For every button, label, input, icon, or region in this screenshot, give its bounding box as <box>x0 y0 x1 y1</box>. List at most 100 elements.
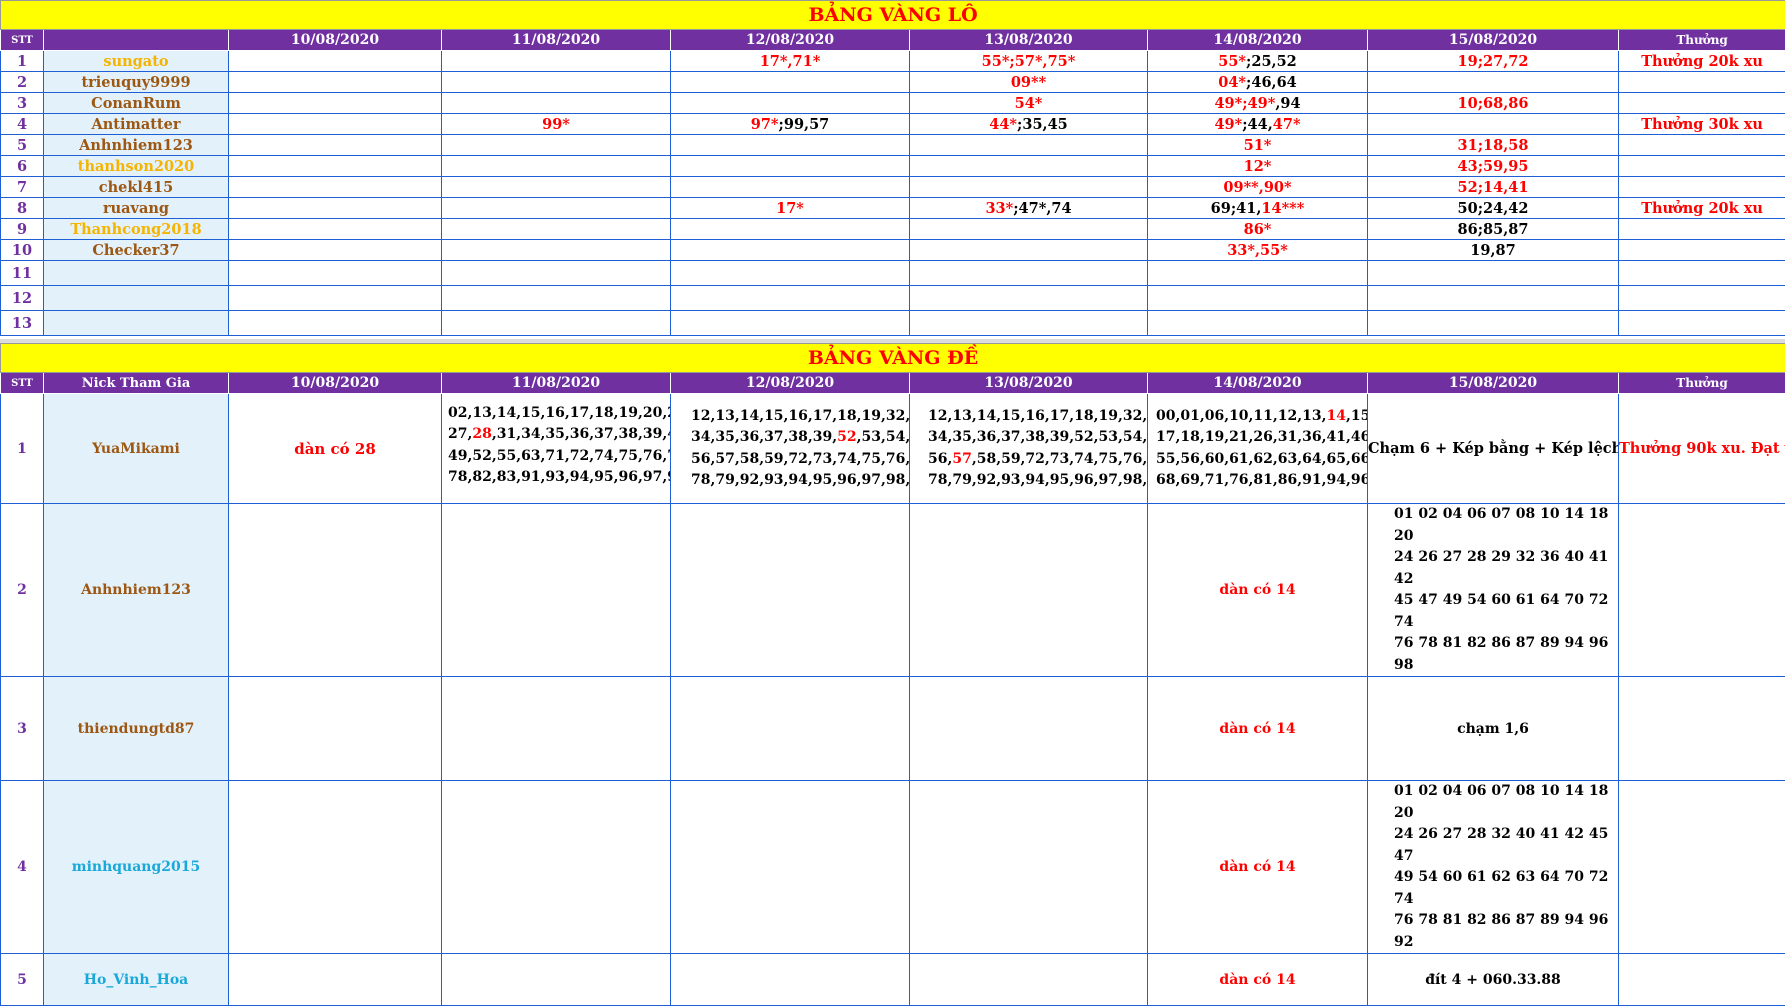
cell[interactable] <box>1619 781 1785 954</box>
reward-cell[interactable]: Thưởng 90k xu. Đạt vip <box>1619 394 1785 504</box>
cell[interactable] <box>1619 72 1785 93</box>
cell[interactable] <box>442 93 671 114</box>
cell[interactable] <box>442 311 671 336</box>
cell[interactable] <box>229 114 442 135</box>
cell[interactable] <box>442 219 671 240</box>
cell[interactable] <box>1368 261 1619 286</box>
cell[interactable] <box>671 781 910 954</box>
table-row[interactable]: 2 Anhnhiem123 dàn có 14 01 02 04 06 07 0… <box>1 504 1785 677</box>
cell[interactable]: 04*;46,64 <box>1148 72 1368 93</box>
nick-cell[interactable]: chekl415 <box>44 177 229 198</box>
cell[interactable]: 33*;47*,74 <box>910 198 1148 219</box>
cell[interactable] <box>229 240 442 261</box>
cell[interactable]: 99* <box>442 114 671 135</box>
cell[interactable] <box>910 677 1148 781</box>
cell[interactable] <box>910 504 1148 677</box>
cell[interactable]: 49*;49*,94 <box>1148 93 1368 114</box>
cell[interactable]: 17* <box>671 198 910 219</box>
table-row[interactable]: 5 Ho_Vinh_Hoa dàn có 14 đít 4 + 060.33.8… <box>1 954 1785 1006</box>
cell[interactable] <box>442 177 671 198</box>
cell[interactable] <box>671 954 910 1006</box>
cell[interactable]: 43;59,95 <box>1368 156 1619 177</box>
table-row[interactable]: 5 Anhnhiem123 51* 31;18,58 <box>1 135 1785 156</box>
cell[interactable] <box>671 286 910 311</box>
cell[interactable] <box>442 51 671 72</box>
nick-cell[interactable]: thanhson2020 <box>44 156 229 177</box>
cell[interactable] <box>229 286 442 311</box>
table-row[interactable]: 12 <box>1 286 1785 311</box>
cell[interactable] <box>442 135 671 156</box>
cell[interactable]: 33*,55* <box>1148 240 1368 261</box>
cell[interactable] <box>229 177 442 198</box>
table-row[interactable]: 10 Checker37 33*,55* 19,87 <box>1 240 1785 261</box>
cell[interactable] <box>442 504 671 677</box>
reward-cell[interactable]: Thưởng 20k xu <box>1619 51 1785 72</box>
cell[interactable]: 50;24,42 <box>1368 198 1619 219</box>
cell[interactable]: 19,87 <box>1368 240 1619 261</box>
reward-cell[interactable]: Thưởng 30k xu <box>1619 114 1785 135</box>
cell[interactable] <box>1619 177 1785 198</box>
cell[interactable] <box>910 311 1148 336</box>
nick-cell[interactable] <box>44 311 229 336</box>
cell[interactable] <box>1619 93 1785 114</box>
cell[interactable]: 00,01,06,10,11,12,13,14,15,16, 17,18,19,… <box>1148 394 1368 504</box>
cell[interactable]: 02,13,14,15,16,17,18,19,20,25, 27,28,31,… <box>442 394 671 504</box>
cell[interactable] <box>671 219 910 240</box>
nick-cell[interactable]: Antimatter <box>44 114 229 135</box>
table-row[interactable]: 3 ConanRum 54* 49*;49*,94 10;68,86 <box>1 93 1785 114</box>
cell[interactable]: 31;18,58 <box>1368 135 1619 156</box>
cell[interactable]: Chạm 6 + Kép bằng + Kép lệch <box>1368 394 1619 504</box>
cell[interactable]: 12,13,14,15,16,17,18,19,32,33, 34,35,36,… <box>671 394 910 504</box>
cell[interactable] <box>442 261 671 286</box>
cell[interactable]: dàn có 14 <box>1148 954 1368 1006</box>
table-row[interactable]: 7 chekl415 09**,90* 52;14,41 <box>1 177 1785 198</box>
cell[interactable]: 12,13,14,15,16,17,18,19,32,33, 34,35,36,… <box>910 394 1148 504</box>
cell[interactable]: dàn có 28 <box>229 394 442 504</box>
cell[interactable]: 55*;57*,75* <box>910 51 1148 72</box>
reward-cell[interactable]: Thưởng 20k xu <box>1619 198 1785 219</box>
cell[interactable] <box>229 781 442 954</box>
cell[interactable]: 51* <box>1148 135 1368 156</box>
cell[interactable] <box>1368 311 1619 336</box>
cell[interactable] <box>671 311 910 336</box>
cell[interactable]: dàn có 14 <box>1148 677 1368 781</box>
table-row[interactable]: 13 <box>1 311 1785 336</box>
cell[interactable] <box>1148 311 1368 336</box>
cell[interactable]: dàn có 14 <box>1148 781 1368 954</box>
cell[interactable] <box>910 135 1148 156</box>
table-row[interactable]: 2 trieuquy9999 09** 04*;46,64 <box>1 72 1785 93</box>
cell[interactable]: 01 02 04 06 07 08 10 14 18 20 24 26 27 2… <box>1368 781 1619 954</box>
cell[interactable] <box>442 240 671 261</box>
cell[interactable] <box>1148 261 1368 286</box>
cell[interactable] <box>1619 677 1785 781</box>
cell[interactable] <box>442 781 671 954</box>
table-row[interactable]: 11 <box>1 261 1785 286</box>
cell[interactable] <box>910 219 1148 240</box>
cell[interactable] <box>1619 156 1785 177</box>
cell[interactable] <box>910 261 1148 286</box>
cell[interactable] <box>1368 286 1619 311</box>
cell[interactable] <box>442 198 671 219</box>
cell[interactable] <box>1619 286 1785 311</box>
cell[interactable] <box>671 135 910 156</box>
cell[interactable] <box>671 72 910 93</box>
cell[interactable] <box>910 954 1148 1006</box>
cell[interactable] <box>229 93 442 114</box>
cell[interactable] <box>671 93 910 114</box>
nick-cell[interactable]: Anhnhiem123 <box>44 504 229 677</box>
cell[interactable] <box>671 677 910 781</box>
cell[interactable]: 12* <box>1148 156 1368 177</box>
cell[interactable]: dàn có 14 <box>1148 504 1368 677</box>
cell[interactable] <box>671 177 910 198</box>
cell[interactable] <box>229 198 442 219</box>
cell[interactable] <box>910 177 1148 198</box>
cell[interactable]: 01 02 04 06 07 08 10 14 18 20 24 26 27 2… <box>1368 504 1619 677</box>
cell[interactable] <box>671 240 910 261</box>
cell[interactable] <box>1619 311 1785 336</box>
cell[interactable]: 54* <box>910 93 1148 114</box>
cell[interactable]: 09**,90* <box>1148 177 1368 198</box>
cell[interactable] <box>229 72 442 93</box>
cell[interactable] <box>1619 240 1785 261</box>
nick-cell[interactable]: ConanRum <box>44 93 229 114</box>
cell[interactable] <box>229 135 442 156</box>
